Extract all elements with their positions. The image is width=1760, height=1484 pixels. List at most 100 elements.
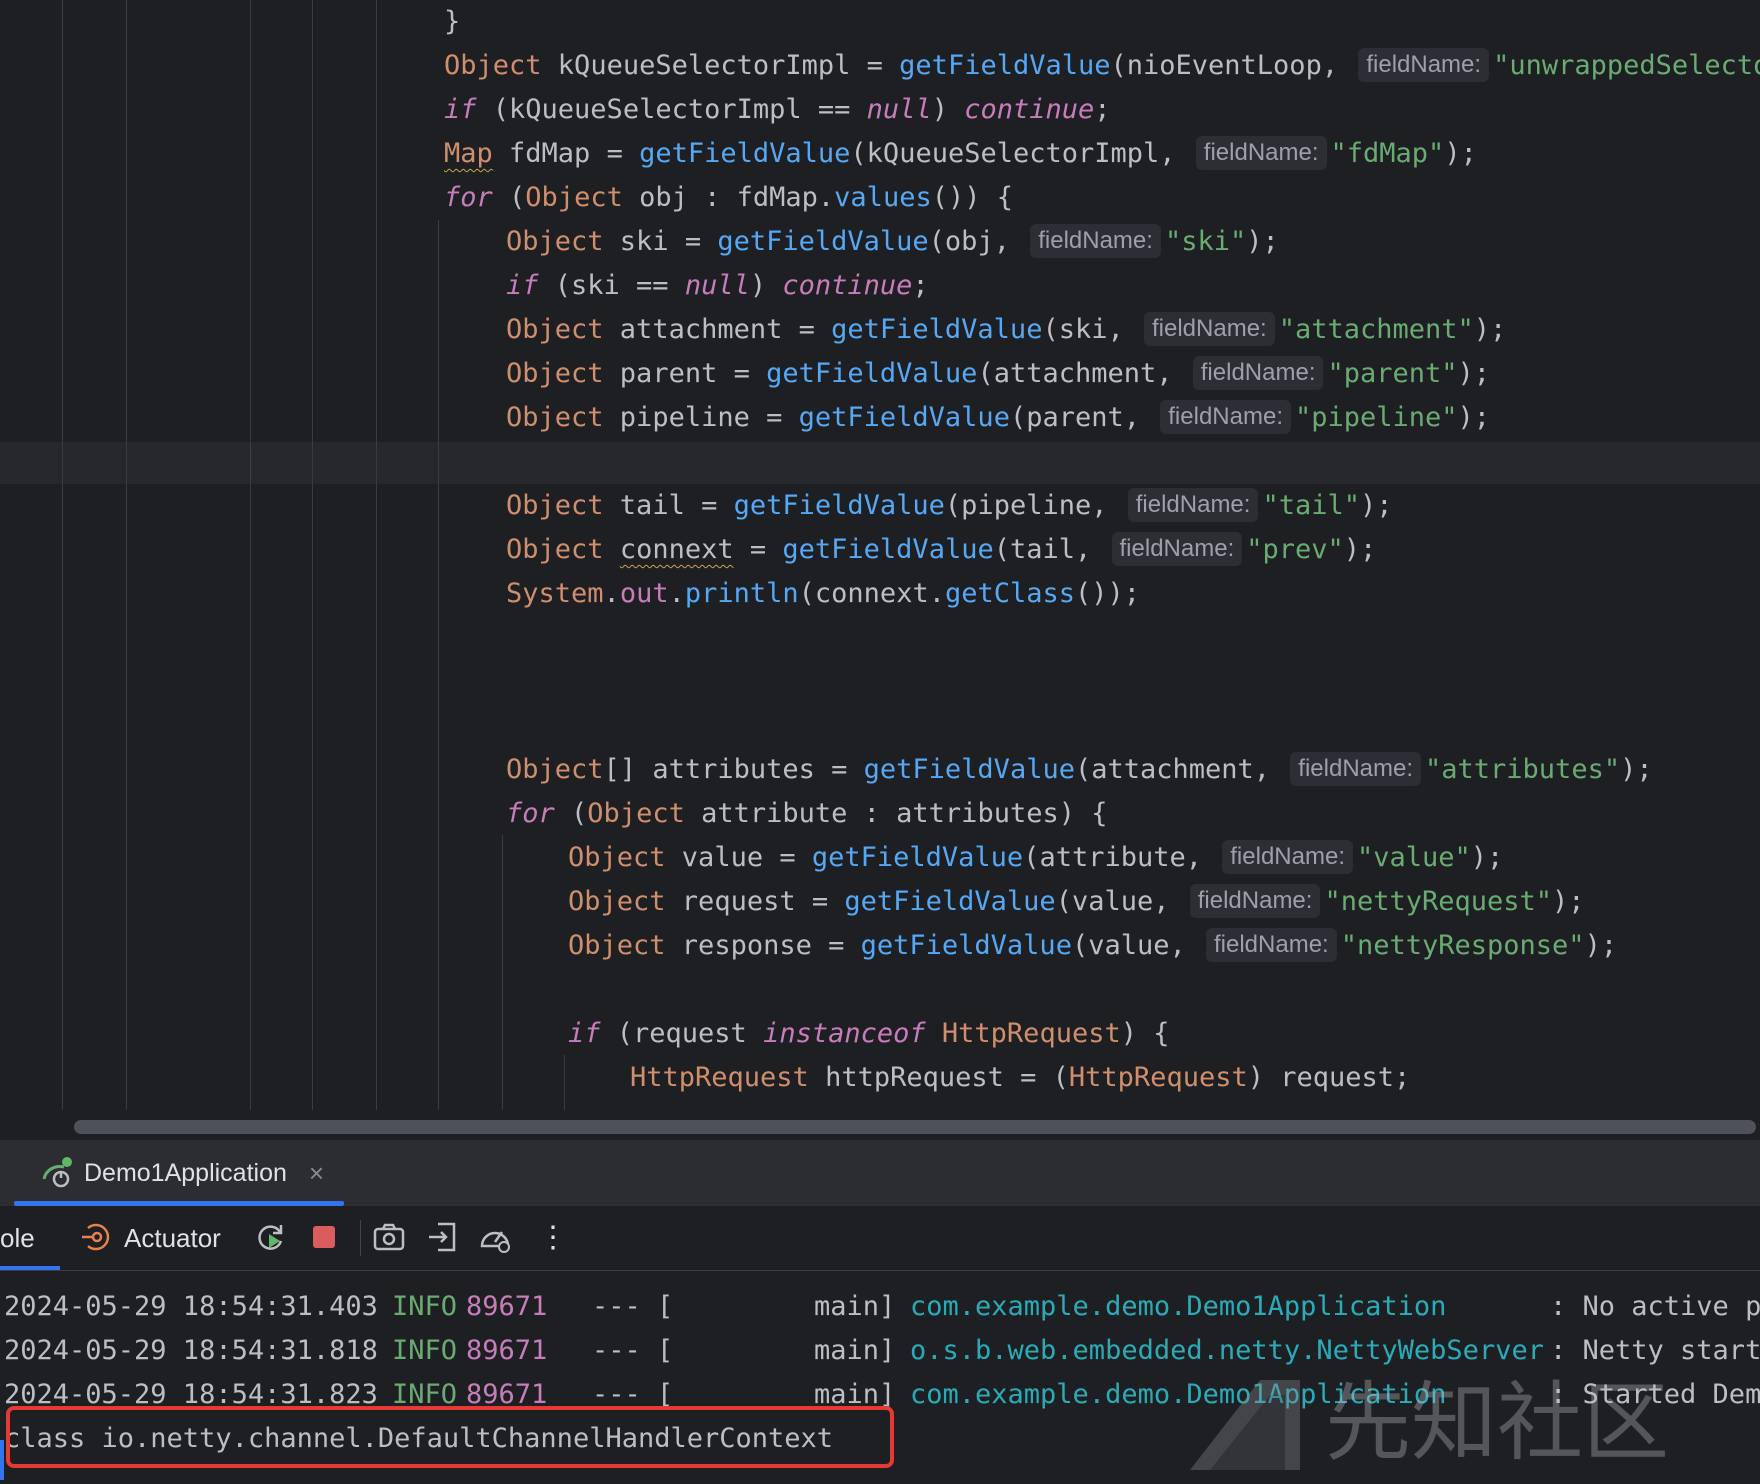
- code-token: out: [619, 578, 669, 609]
- code-token: (attachment,: [977, 358, 1189, 389]
- code-token: (attribute,: [1023, 842, 1219, 873]
- camera-icon[interactable]: [372, 1220, 406, 1254]
- code-token: ;: [912, 270, 929, 301]
- code-token: getFieldValue: [831, 314, 1043, 345]
- code-token: tail =: [603, 490, 734, 521]
- horizontal-scrollbar[interactable]: [74, 1120, 1756, 1134]
- code-token: response =: [665, 930, 861, 961]
- code-token: "pipeline": [1294, 402, 1458, 433]
- code-token: Object: [506, 358, 604, 389]
- log-logger[interactable]: com.example.demo.Demo1Application: [910, 1285, 1446, 1329]
- code-token: Object: [506, 226, 604, 257]
- code-token: if: [568, 1018, 601, 1049]
- log-ts: 2024-05-29 18:54:31.818: [4, 1335, 378, 1366]
- code-line: Object attachment = getFieldValue(ski, f…: [506, 308, 1506, 352]
- code-token: =: [733, 534, 783, 565]
- code-token: ) request;: [1247, 1062, 1411, 1093]
- code-token: continue: [782, 270, 913, 301]
- run-toolbar: ole Actuator ⋮: [0, 1206, 1760, 1271]
- code-token: null: [684, 270, 750, 301]
- code-token: getFieldValue: [811, 842, 1024, 873]
- code-token: );: [1343, 534, 1377, 565]
- code-token: (parent,: [1009, 402, 1157, 433]
- log-level: INFO: [392, 1335, 458, 1366]
- tab-console[interactable]: ole: [0, 1206, 35, 1270]
- code-token: request =: [665, 886, 845, 917]
- log-pid: 89671: [466, 1335, 548, 1366]
- code-token: (pipeline,: [944, 490, 1124, 521]
- code-line: Object ski = getFieldValue(obj, fieldNam…: [506, 220, 1279, 264]
- code-token: for: [506, 798, 555, 829]
- code-token: [] attributes =: [603, 754, 864, 785]
- code-token: (kQueueSelectorImpl,: [850, 138, 1192, 169]
- indent-guide: [312, 0, 313, 1110]
- code-token: if: [506, 270, 539, 301]
- console-tab-indicator: [0, 1266, 60, 1270]
- stop-icon[interactable]: [307, 1220, 341, 1254]
- profiler-icon[interactable]: [478, 1220, 512, 1254]
- code-token: ski =: [603, 226, 718, 257]
- code-token: continue: [964, 94, 1095, 125]
- code-line: for (Object obj : fdMap.values()) {: [444, 176, 1013, 220]
- code-token: HttpRequest: [1068, 1062, 1248, 1093]
- exit-icon[interactable]: [426, 1220, 460, 1254]
- code-token: );: [1457, 402, 1491, 433]
- code-token: (: [492, 182, 526, 213]
- code-token: Map: [444, 138, 493, 169]
- code-line: if (request instanceof HttpRequest) {: [568, 1012, 1170, 1056]
- code-token: getFieldValue: [639, 138, 851, 169]
- code-token: ) {: [1120, 1018, 1170, 1049]
- code-token: fdMap =: [492, 138, 640, 169]
- toolbar-divider: [360, 1220, 361, 1256]
- close-icon[interactable]: ×: [309, 1158, 324, 1189]
- code-token: ;: [1094, 94, 1111, 125]
- log-pid: 89671: [466, 1291, 548, 1322]
- indent-guide: [376, 0, 377, 1110]
- parameter-hint: fieldName:: [1206, 927, 1337, 962]
- parameter-hint: fieldName:: [1195, 135, 1327, 170]
- indent-guide: [126, 0, 127, 1110]
- log-thread: main]: [814, 1291, 896, 1322]
- code-token: );: [1584, 930, 1618, 961]
- code-token: Object: [568, 842, 666, 873]
- code-line: Object connext = getFieldValue(tail, fie…: [506, 528, 1376, 572]
- rerun-icon[interactable]: [254, 1220, 288, 1254]
- log-level: INFO: [392, 1291, 458, 1322]
- indent-guide: [62, 0, 63, 1110]
- code-token: "prev": [1246, 534, 1344, 565]
- code-token: connext: [619, 534, 734, 565]
- actuator-icon[interactable]: [80, 1220, 114, 1254]
- code-token: null: [866, 94, 932, 125]
- code-token: );: [1552, 886, 1585, 917]
- code-token: getFieldValue: [860, 930, 1072, 961]
- code-token: (obj,: [928, 226, 1027, 257]
- code-token: ());: [1075, 578, 1141, 609]
- code-line: }: [444, 0, 460, 44]
- code-token: (ski ==: [538, 270, 685, 301]
- code-token: instanceof: [763, 1018, 926, 1049]
- code-token: kQueueSelectorImpl =: [541, 50, 900, 81]
- code-editor[interactable]: } Object kQueueSelectorImpl = getFieldVal…: [0, 0, 1760, 1140]
- code-token: "nettyResponse": [1340, 930, 1585, 961]
- code-token: httpRequest = (: [808, 1062, 1069, 1093]
- parameter-hint: fieldName:: [1290, 751, 1422, 786]
- code-token: );: [1457, 358, 1491, 389]
- code-token: "unwrappedSelector": [1493, 50, 1760, 81]
- spring-run-icon: [38, 1155, 74, 1191]
- tab-actuator[interactable]: Actuator: [124, 1206, 221, 1270]
- code-token: Object: [506, 754, 604, 785]
- code-token: (ski,: [1042, 314, 1140, 345]
- code-token: .: [668, 578, 685, 609]
- code-token: HttpRequest: [630, 1062, 809, 1093]
- parameter-hint: fieldName:: [1144, 311, 1275, 346]
- more-options-icon[interactable]: ⋮: [538, 1206, 568, 1270]
- tab-demo1application[interactable]: Demo1Application ×: [14, 1140, 344, 1206]
- code-token: "attributes": [1425, 754, 1621, 785]
- code-token: (connext.: [798, 578, 945, 609]
- code-token: "fdMap": [1330, 138, 1445, 169]
- code-token: values: [834, 182, 932, 213]
- parameter-hint: fieldName:: [1111, 531, 1243, 566]
- indent-guide: [250, 0, 251, 1110]
- code-token: "value": [1356, 842, 1471, 873]
- code-token: for: [444, 182, 493, 213]
